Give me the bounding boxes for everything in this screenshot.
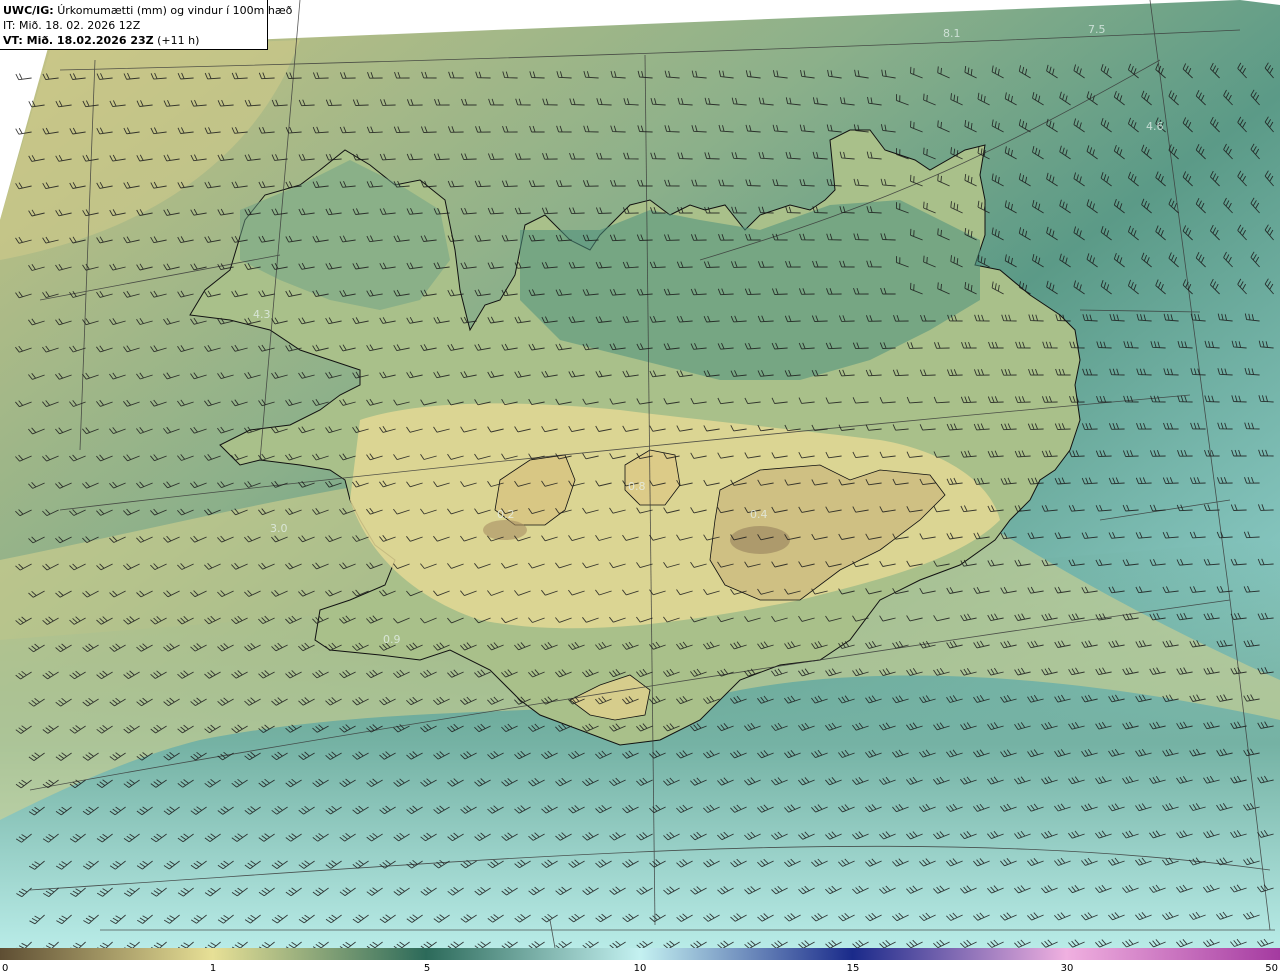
precipitable-water-map: 8.1 7.5 4.3 3.0 0.2 0.4 0.8 0.9 4.6 [0, 0, 1280, 948]
map-label: 0.9 [383, 633, 401, 646]
map-label: 7.5 [1088, 23, 1106, 36]
valid-time-line: VT: Mið. 18.02.2026 23Z (+11 h) [3, 33, 264, 48]
forecast-offset: (+11 h) [157, 34, 200, 47]
colorbar-tick: 10 [633, 963, 647, 974]
map-title: Úrkomumætti (mm) og vindur í 100m hæð [57, 4, 293, 17]
colorbar-tick: 1 [209, 963, 217, 974]
colorbar-tick: 5 [423, 963, 431, 974]
map-label: 8.1 [943, 27, 961, 40]
colorbar [0, 948, 1280, 960]
map-title-line: UWC/IG: Úrkomumætti (mm) og vindur í 100… [3, 3, 292, 18]
valid-time: VT: Mið. 18.02.2026 23Z [3, 34, 154, 47]
dry-core-vatnajokull [730, 526, 790, 554]
map-info-box: UWC/IG: Úrkomumætti (mm) og vindur í 100… [0, 0, 292, 50]
colorbar-tick: 15 [846, 963, 860, 974]
product-code: UWC/IG: [3, 4, 54, 17]
analysis-time: IT: Mið. 18. 02. 2026 12Z [3, 19, 141, 32]
map-label: 0.4 [750, 508, 768, 521]
map-label: 0.8 [628, 480, 646, 493]
map-label: 4.6 [1146, 120, 1164, 133]
dry-core-langjokull [483, 520, 527, 540]
map-label: 4.3 [253, 308, 271, 321]
colorbar-ticks: 0 1 5 10 15 30 50 [0, 960, 1280, 978]
map-label: 3.0 [270, 522, 288, 535]
colorbar-tick: 50 [1265, 963, 1278, 974]
colorbar-tick: 0 [2, 963, 9, 974]
colorbar-tick: 30 [1060, 963, 1074, 974]
map-label: 0.2 [497, 508, 515, 521]
